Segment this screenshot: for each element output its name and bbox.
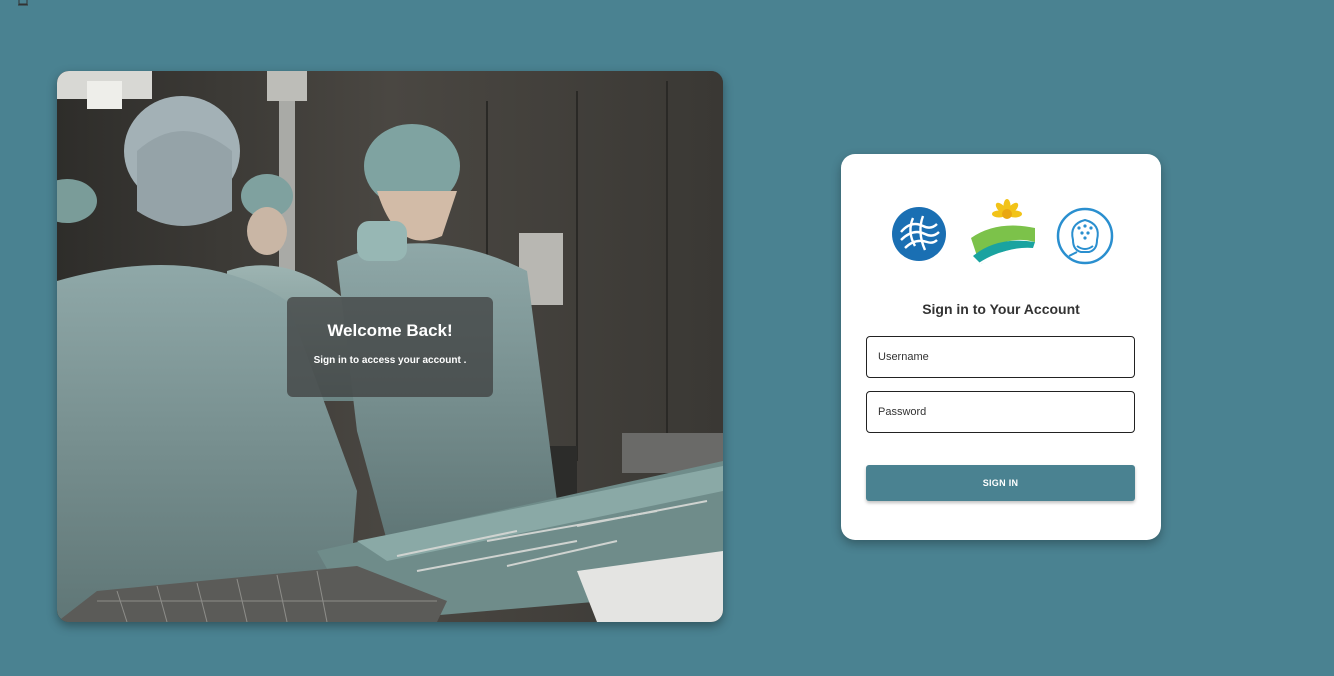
logo-row bbox=[841, 198, 1161, 274]
head-outline-logo bbox=[1056, 207, 1114, 265]
login-card: Sign in to Your Account SIGN IN bbox=[841, 154, 1161, 540]
welcome-subtitle: Sign in to access your account . bbox=[313, 355, 467, 366]
login-title: Sign in to Your Account bbox=[922, 301, 1080, 317]
welcome-overlay: Welcome Back! Sign in to access your acc… bbox=[287, 297, 493, 397]
username-input[interactable] bbox=[866, 336, 1135, 378]
hero-image-panel: Welcome Back! Sign in to access your acc… bbox=[57, 71, 723, 622]
green-sun-road-logo bbox=[971, 199, 1035, 265]
bell-icon bbox=[18, 0, 28, 6]
sign-in-button[interactable]: SIGN IN bbox=[866, 465, 1135, 501]
password-input[interactable] bbox=[866, 391, 1135, 433]
blue-woven-circle-logo bbox=[892, 207, 946, 261]
welcome-title: Welcome Back! bbox=[327, 321, 453, 340]
